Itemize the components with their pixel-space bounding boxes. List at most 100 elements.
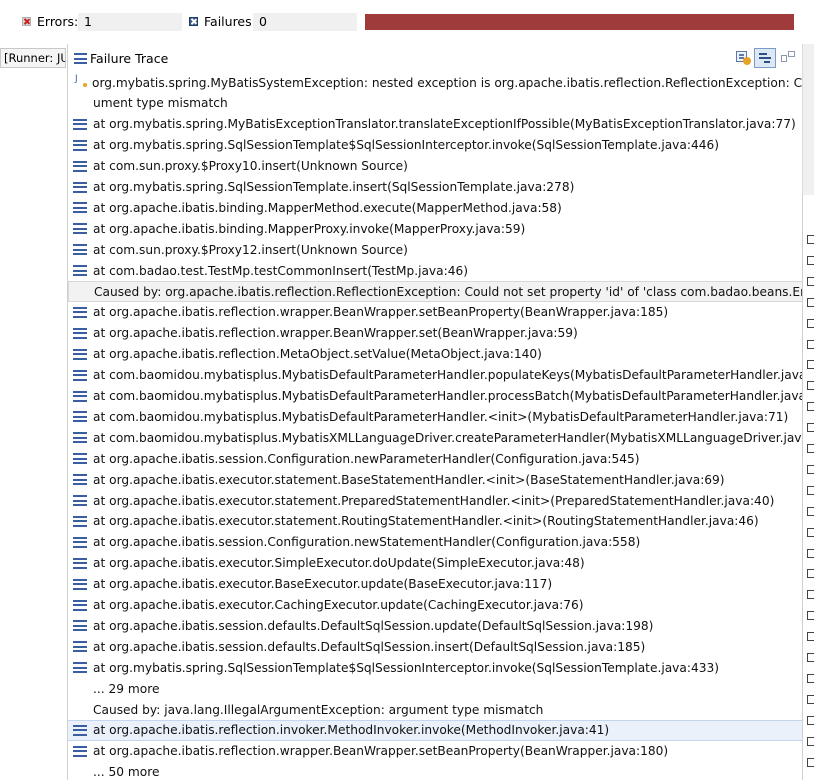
trace-row[interactable]: at com.baomidou.mybatisplus.MybatisDefau…	[68, 406, 803, 427]
stack-frame-icon	[73, 327, 87, 339]
failures-counter: Failures:	[189, 14, 256, 29]
failures-count: 0	[253, 13, 357, 31]
bracket-mark	[807, 381, 814, 391]
trace-text: at org.apache.ibatis.binding.MapperMetho…	[93, 200, 562, 215]
trace-text: at org.apache.ibatis.binding.MapperProxy…	[93, 221, 526, 236]
bracket-mark	[807, 235, 814, 244]
stack-frame-icon	[73, 557, 87, 569]
trace-row[interactable]: at org.apache.ibatis.reflection.wrapper.…	[68, 741, 803, 762]
stack-frame-icon	[73, 641, 87, 653]
errors-counter: Errors:	[22, 14, 78, 29]
stack-frame-icon	[73, 265, 87, 277]
panel-header: Failure Trace	[68, 44, 803, 72]
trace-row[interactable]: at org.mybatis.spring.SqlSessionTemplate…	[68, 135, 803, 156]
trace-row[interactable]: at com.baomidou.mybatisplus.MybatisDefau…	[68, 365, 803, 386]
trace-text: ... 50 more	[93, 765, 160, 780]
trace-text: at org.apache.ibatis.reflection.invoker.…	[93, 723, 610, 738]
failure-trace-panel: Failure Trace Jorg.mybatis.spring.MyBati…	[67, 44, 803, 780]
errors-label: Errors:	[37, 14, 79, 29]
trace-text: at org.mybatis.spring.SqlSessionTemplate…	[93, 180, 575, 194]
trace-row[interactable]: at org.apache.ibatis.session.defaults.De…	[68, 636, 803, 657]
stack-frame-icon	[73, 244, 87, 256]
trace-row[interactable]: at org.apache.ibatis.executor.SimpleExec…	[68, 553, 803, 574]
stack-frame-icon	[73, 453, 87, 465]
bracket-mark	[807, 527, 814, 537]
bracket-mark	[807, 255, 814, 265]
trace-row[interactable]: Jorg.mybatis.spring.MyBatisSystemExcepti…	[68, 72, 803, 93]
bracket-mark	[807, 611, 814, 621]
trace-row[interactable]: at org.mybatis.spring.SqlSessionTemplate…	[68, 657, 803, 678]
panel-title: Failure Trace	[90, 51, 169, 66]
bracket-mark	[807, 339, 814, 349]
trace-row[interactable]: at org.apache.ibatis.executor.statement.…	[68, 469, 803, 490]
runner-tab[interactable]: [Runner: JUnit 4]	[0, 48, 66, 68]
stack-frame-icon	[73, 202, 87, 214]
compare-results-icon[interactable]	[735, 50, 751, 66]
bracket-mark	[807, 444, 814, 453]
trace-row[interactable]: at org.apache.ibatis.executor.statement.…	[68, 511, 803, 532]
trace-text: at org.apache.ibatis.executor.statement.…	[93, 472, 725, 487]
bracket-mark	[807, 632, 814, 642]
trace-row[interactable]: at org.apache.ibatis.executor.CachingExe…	[68, 595, 803, 616]
trace-row[interactable]: at org.apache.ibatis.reflection.invoker.…	[68, 719, 803, 741]
trace-row[interactable]: at org.apache.ibatis.session.Configurati…	[68, 532, 803, 553]
trace-text: at com.baomidou.mybatisplus.MybatisDefau…	[93, 389, 803, 403]
stack-frame-icon	[73, 369, 87, 381]
stack-trace-icon	[74, 53, 87, 64]
trace-text: at org.apache.ibatis.executor.statement.…	[93, 493, 775, 508]
trace-text: at org.apache.ibatis.session.defaults.De…	[93, 618, 654, 633]
stack-frame-icon	[73, 599, 87, 611]
filter-stack-trace-icon[interactable]	[754, 48, 776, 68]
trace-text: at org.apache.ibatis.session.Configurati…	[93, 451, 640, 466]
trace-row[interactable]: at com.baomidou.mybatisplus.MybatisXMLLa…	[68, 427, 803, 448]
trace-row[interactable]: at org.apache.ibatis.binding.MapperProxy…	[68, 218, 803, 239]
stack-frame-icon	[73, 724, 87, 736]
trace-row[interactable]: at org.apache.ibatis.reflection.wrapper.…	[68, 302, 803, 323]
stack-frame-icon	[73, 474, 87, 486]
stack-frame-icon	[73, 118, 87, 130]
trace-row[interactable]: at org.apache.ibatis.session.defaults.De…	[68, 615, 803, 636]
trace-row[interactable]: at org.apache.ibatis.binding.MapperMetho…	[68, 197, 803, 218]
bracket-mark	[807, 318, 814, 328]
trace-row[interactable]: at org.apache.ibatis.executor.statement.…	[68, 490, 803, 511]
trace-row[interactable]: at org.apache.ibatis.executor.BaseExecut…	[68, 574, 803, 595]
bracket-mark	[807, 715, 814, 725]
trace-row[interactable]: at org.apache.ibatis.session.Configurati…	[68, 448, 803, 469]
junit-icon: J	[75, 74, 89, 87]
error-icon	[22, 17, 31, 26]
stack-frame-icon	[73, 620, 87, 632]
trace-row[interactable]: Caused by: org.apache.ibatis.reflection.…	[68, 281, 803, 302]
trace-row[interactable]: ument type mismatch	[68, 93, 803, 114]
trace-row[interactable]: at org.mybatis.spring.SqlSessionTemplate…	[68, 177, 803, 198]
trace-row[interactable]: at org.apache.ibatis.reflection.MetaObje…	[68, 344, 803, 365]
bracket-mark	[807, 297, 814, 307]
trace-text: at org.apache.ibatis.reflection.wrapper.…	[93, 326, 578, 341]
trace-text: at com.baomidou.mybatisplus.MybatisDefau…	[93, 409, 789, 424]
stack-frame-icon	[73, 536, 87, 548]
bracket-mark	[807, 276, 814, 286]
trace-text: at org.apache.ibatis.session.defaults.De…	[93, 639, 646, 654]
trace-text: at com.sun.proxy.$Proxy12.insert(Unknown…	[93, 242, 408, 257]
trace-text: at com.baomidou.mybatisplus.MybatisXMLLa…	[93, 430, 803, 445]
trace-row[interactable]: at org.mybatis.spring.MyBatisExceptionTr…	[68, 114, 803, 135]
stack-frame-icon	[73, 745, 87, 757]
trace-row[interactable]: Caused by: java.lang.IllegalArgumentExce…	[68, 699, 803, 720]
trace-text: at org.apache.ibatis.executor.BaseExecut…	[93, 577, 553, 592]
trace-row[interactable]: at com.sun.proxy.$Proxy10.insert(Unknown…	[68, 156, 803, 177]
trace-text: at com.badao.test.TestMp.testCommonInser…	[93, 263, 468, 278]
trace-row[interactable]: at com.baomidou.mybatisplus.MybatisDefau…	[68, 386, 803, 407]
trace-text: Caused by: java.lang.IllegalArgumentExce…	[93, 702, 544, 717]
trace-row[interactable]: at com.badao.test.TestMp.testCommonInser…	[68, 260, 803, 281]
stack-frame-icon	[73, 411, 87, 423]
layout-icon[interactable]	[780, 50, 796, 66]
trace-row[interactable]: at com.sun.proxy.$Proxy12.insert(Unknown…	[68, 239, 803, 260]
trace-text: at com.baomidou.mybatisplus.MybatisDefau…	[93, 368, 803, 383]
trace-row[interactable]: ... 29 more	[68, 678, 803, 699]
stack-frame-icon	[73, 306, 87, 318]
trace-text: ument type mismatch	[93, 96, 228, 111]
right-side-strip	[802, 195, 814, 780]
trace-row[interactable]: at org.apache.ibatis.reflection.wrapper.…	[68, 323, 803, 344]
bracket-mark	[807, 569, 814, 579]
stack-frame-icon	[73, 139, 87, 151]
trace-text: at org.apache.ibatis.executor.CachingExe…	[93, 598, 584, 612]
